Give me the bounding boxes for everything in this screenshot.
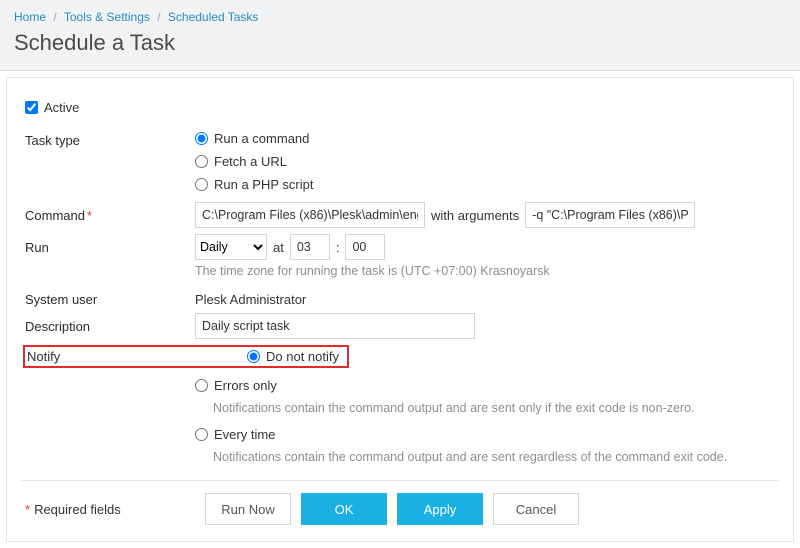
task-type-command-radio[interactable] (195, 132, 208, 145)
breadcrumb-tools[interactable]: Tools & Settings (64, 10, 150, 24)
active-checkbox[interactable] (25, 101, 38, 114)
system-user-value: Plesk Administrator (195, 286, 775, 307)
run-timezone-hint: The time zone for running the task is (U… (195, 260, 775, 280)
description-input[interactable] (195, 313, 475, 339)
run-label: Run (25, 234, 195, 255)
task-type-fetch-radio[interactable] (195, 155, 208, 168)
notify-every-label: Every time (214, 427, 275, 442)
breadcrumb: Home / Tools & Settings / Scheduled Task… (14, 10, 786, 24)
form-panel: Active Task type Run a command Fetch a U… (6, 77, 794, 542)
description-label: Description (25, 313, 195, 334)
divider (21, 480, 779, 481)
ok-button[interactable]: OK (301, 493, 387, 525)
required-fields-label: Required fields (34, 502, 121, 517)
breadcrumb-scheduled-tasks[interactable]: Scheduled Tasks (168, 10, 259, 24)
apply-button[interactable]: Apply (397, 493, 483, 525)
run-now-button[interactable]: Run Now (205, 493, 291, 525)
notify-errors-hint: Notifications contain the command output… (195, 397, 775, 417)
notify-none-radio[interactable] (247, 350, 260, 363)
cancel-button[interactable]: Cancel (493, 493, 579, 525)
notify-none-label: Do not notify (266, 349, 339, 364)
time-colon-label: : (336, 240, 340, 255)
notify-label: Notify (27, 349, 187, 364)
notify-every-hint: Notifications contain the command output… (195, 446, 775, 466)
task-type-label: Task type (25, 127, 195, 148)
run-hour-input[interactable] (290, 234, 330, 260)
active-label: Active (44, 100, 79, 115)
notify-errors-label: Errors only (214, 378, 277, 393)
breadcrumb-sep-icon: / (157, 10, 160, 24)
task-type-php-radio[interactable] (195, 178, 208, 191)
task-type-php-label: Run a PHP script (214, 177, 313, 192)
page-title: Schedule a Task (14, 30, 786, 56)
task-type-command-label: Run a command (214, 131, 309, 146)
required-star-icon: * (25, 502, 30, 517)
with-arguments-label: with arguments (431, 208, 519, 223)
run-at-label: at (273, 240, 284, 255)
command-path-input[interactable] (195, 202, 425, 228)
notify-errors-radio[interactable] (195, 379, 208, 392)
run-minute-input[interactable] (345, 234, 385, 260)
required-star-icon: * (87, 208, 92, 223)
breadcrumb-home[interactable]: Home (14, 10, 46, 24)
command-label: Command (25, 208, 85, 223)
system-user-label: System user (25, 286, 195, 307)
task-type-fetch-label: Fetch a URL (214, 154, 287, 169)
notify-highlight-box: Notify Do not notify (23, 345, 349, 368)
run-period-select[interactable]: Daily (195, 234, 267, 260)
notify-every-radio[interactable] (195, 428, 208, 441)
breadcrumb-sep-icon: / (53, 10, 56, 24)
command-args-input[interactable] (525, 202, 695, 228)
